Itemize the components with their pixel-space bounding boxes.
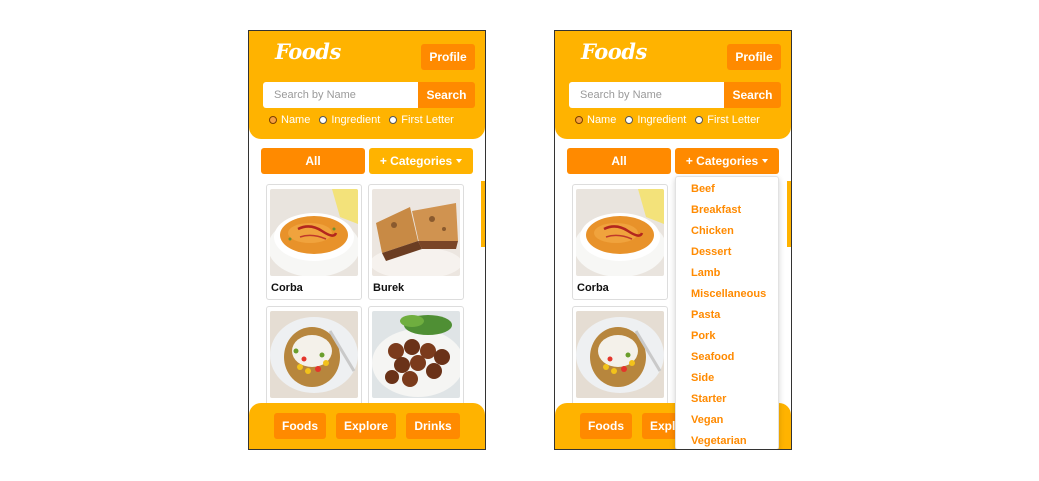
radio-first-letter[interactable]: First Letter xyxy=(389,114,454,126)
filter-all-button[interactable]: All xyxy=(261,148,365,174)
dropdown-item-vegan[interactable]: Vegan xyxy=(691,411,723,429)
nav-foods-button[interactable]: Foods xyxy=(580,413,632,439)
dropdown-item-breakfast[interactable]: Breakfast xyxy=(691,201,741,219)
meal-name: Corba xyxy=(271,282,303,294)
meal-image xyxy=(270,189,358,276)
caret-down-icon xyxy=(762,159,769,163)
radio-unchecked-icon[interactable] xyxy=(389,116,398,124)
nav-foods-button[interactable]: Foods xyxy=(274,413,326,439)
dropdown-item-starter[interactable]: Starter xyxy=(691,390,726,408)
app-screen-default: Foods Profile Search Name Ingredient Fir… xyxy=(248,30,486,450)
radio-unchecked-icon[interactable] xyxy=(625,116,634,124)
search-mode-options: Name Ingredient First Letter xyxy=(575,114,769,126)
header: Foods Profile Search Name Ingredient Fir… xyxy=(555,31,791,139)
categories-dropdown-menu: Beef Breakfast Chicken Dessert Lamb Misc… xyxy=(675,176,779,449)
meal-image xyxy=(576,311,664,398)
radio-label: Name xyxy=(281,114,311,126)
meal-image xyxy=(270,311,358,398)
header: Foods Profile Search Name Ingredient Fir… xyxy=(249,31,485,139)
nav-drinks-button[interactable]: Drinks xyxy=(406,413,460,439)
radio-label: Ingredient xyxy=(637,114,687,126)
dropdown-item-lamb[interactable]: Lamb xyxy=(691,264,720,282)
app-logo: Foods xyxy=(275,39,341,64)
dropdown-item-side[interactable]: Side xyxy=(691,369,714,387)
filter-all-button[interactable]: All xyxy=(567,148,671,174)
radio-ingredient[interactable]: Ingredient xyxy=(625,114,686,126)
radio-label: First Letter xyxy=(401,114,454,126)
categories-dropdown-button[interactable]: + Categories xyxy=(675,148,779,174)
radio-checked-icon[interactable] xyxy=(269,116,277,124)
categories-label: + Categories xyxy=(685,154,759,168)
scrollbar-thumb[interactable] xyxy=(787,181,791,247)
dropdown-item-beef[interactable]: Beef xyxy=(691,180,715,198)
meal-card[interactable]: Burek xyxy=(368,184,464,300)
dropdown-item-vegetarian[interactable]: Vegetarian xyxy=(691,432,747,449)
dropdown-item-seafood[interactable]: Seafood xyxy=(691,348,734,366)
meal-name: Burek xyxy=(373,282,405,294)
radio-label: First Letter xyxy=(707,114,760,126)
caret-down-icon xyxy=(456,159,463,163)
search-mode-options: Name Ingredient First Letter xyxy=(269,114,463,126)
radio-checked-icon[interactable] xyxy=(575,116,583,124)
dropdown-item-dessert[interactable]: Dessert xyxy=(691,243,731,261)
radio-unchecked-icon[interactable] xyxy=(319,116,328,124)
radio-unchecked-icon[interactable] xyxy=(695,116,704,124)
radio-label: Ingredient xyxy=(331,114,381,126)
meal-card[interactable]: Corba xyxy=(266,184,362,300)
meal-image xyxy=(372,311,460,398)
search-input[interactable] xyxy=(263,82,419,108)
radio-name[interactable]: Name xyxy=(575,114,616,126)
dropdown-item-chicken[interactable]: Chicken xyxy=(691,222,734,240)
scrollbar-thumb[interactable] xyxy=(481,181,485,247)
radio-ingredient[interactable]: Ingredient xyxy=(319,114,380,126)
meal-image xyxy=(372,189,460,276)
radio-name[interactable]: Name xyxy=(269,114,310,126)
app-logo: Foods xyxy=(581,39,647,64)
search-button[interactable]: Search xyxy=(418,82,475,108)
radio-label: Name xyxy=(587,114,617,126)
profile-button[interactable]: Profile xyxy=(727,44,781,70)
meal-card[interactable]: Corba xyxy=(572,184,668,300)
dropdown-item-pork[interactable]: Pork xyxy=(691,327,715,345)
app-screen-categories-open: Foods Profile Search Name Ingredient Fir… xyxy=(554,30,792,450)
search-button[interactable]: Search xyxy=(724,82,781,108)
meal-name: Corba xyxy=(577,282,609,294)
profile-button[interactable]: Profile xyxy=(421,44,475,70)
meal-image xyxy=(576,189,664,276)
dropdown-item-miscellaneous[interactable]: Miscellaneous xyxy=(691,285,766,303)
bottom-nav: Foods Explore Drinks xyxy=(249,403,485,449)
radio-first-letter[interactable]: First Letter xyxy=(695,114,760,126)
categories-dropdown-button[interactable]: + Categories xyxy=(369,148,473,174)
categories-label: + Categories xyxy=(379,154,453,168)
dropdown-item-pasta[interactable]: Pasta xyxy=(691,306,720,324)
nav-explore-button[interactable]: Explore xyxy=(336,413,396,439)
search-input[interactable] xyxy=(569,82,725,108)
